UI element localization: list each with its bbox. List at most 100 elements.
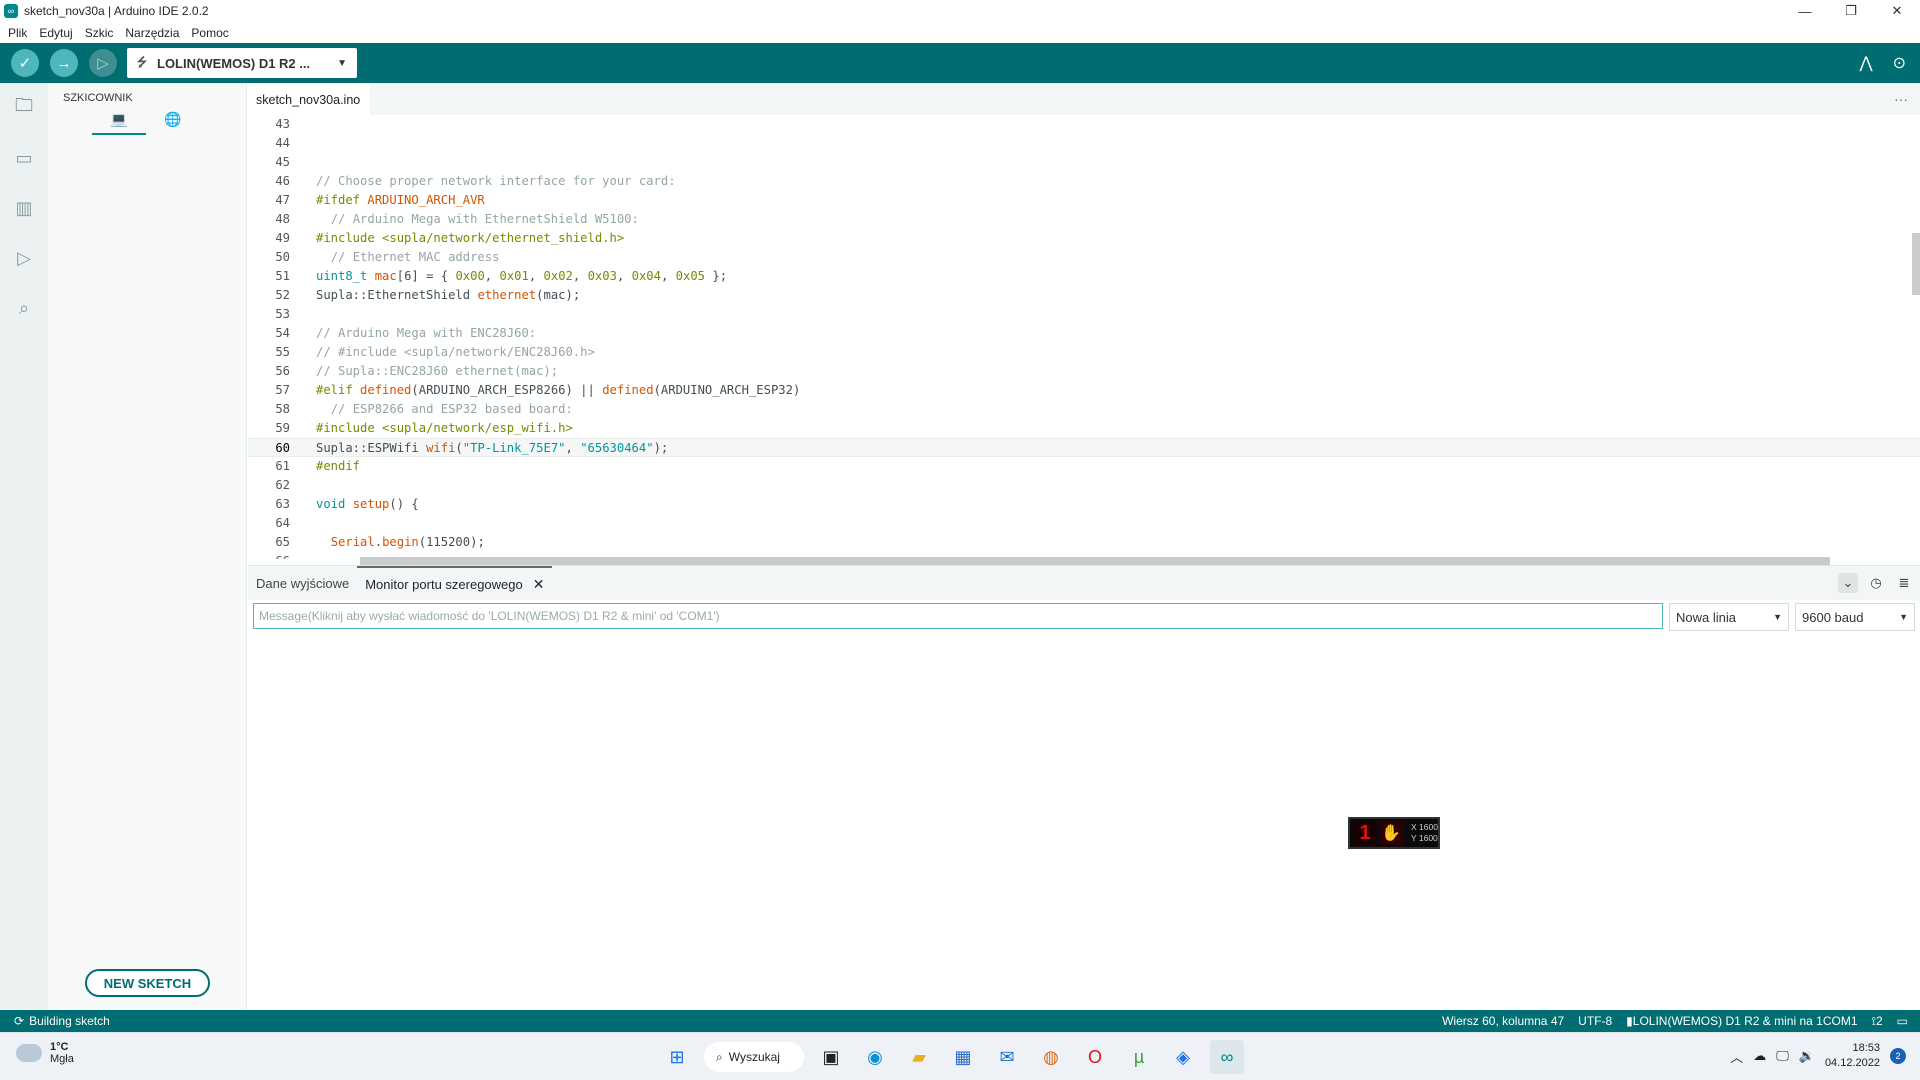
activity-bar: 🗀 ▭ ▥ ▷ ⌕: [0, 83, 48, 1010]
laptop-icon: 💻: [110, 111, 128, 127]
hand-icon: ✋: [1379, 821, 1403, 845]
line-number: 63: [275, 497, 290, 511]
code-line[interactable]: 48 // Arduino Mega with EthernetShield W…: [248, 210, 1920, 229]
menu-tools[interactable]: Narzędzia: [125, 26, 179, 40]
horizontal-scrollbar[interactable]: [360, 557, 1830, 565]
new-sketch-button[interactable]: NEW SKETCH: [85, 969, 210, 997]
clock[interactable]: 18:53 04.12.2022: [1825, 1041, 1880, 1071]
code-line[interactable]: 56 // Supla::ENC28J60 ethernet(mac);: [248, 362, 1920, 381]
sketchbook-folder-icon[interactable]: 🗀: [0, 83, 48, 133]
windows-start-icon[interactable]: ⊞: [660, 1040, 694, 1074]
tab-output[interactable]: Dane wyjściowe: [248, 566, 357, 600]
code-line[interactable]: 61 #endif: [248, 457, 1920, 476]
code-area[interactable]: 43 44 45 46 // Choose proper network interfa…: [248, 115, 1920, 559]
message-input[interactable]: Message(Kliknij aby wysłać wiadomość do …: [253, 603, 1663, 629]
code-line[interactable]: 45: [248, 153, 1920, 172]
code-line[interactable]: 49 #include <supla/network/ethernet_shiel…: [248, 229, 1920, 248]
utorrent-icon[interactable]: µ: [1122, 1040, 1156, 1074]
cursor-position[interactable]: Wiersz 60, kolumna 47: [1442, 1014, 1564, 1028]
code-text: #elif defined(ARDUINO_ARCH_ESP8266) || d…: [316, 383, 801, 397]
sidebar-header: SZKICOWNIK: [63, 92, 133, 104]
code-line[interactable]: 57 #elif defined(ARDUINO_ARCH_ESP8266) ||…: [248, 381, 1920, 400]
store-icon[interactable]: ▦: [946, 1040, 980, 1074]
code-line[interactable]: 59 #include <supla/network/esp_wifi.h>: [248, 419, 1920, 438]
debug-run-icon[interactable]: ▷: [0, 233, 48, 283]
app-icon[interactable]: ◈: [1166, 1040, 1200, 1074]
code-text: // ESP8266 and ESP32 based board:: [330, 402, 573, 416]
menu-help[interactable]: Pomoc: [191, 26, 228, 40]
search-icon[interactable]: ⌕: [0, 283, 48, 333]
taskbar-search[interactable]: ⌕ Wyszukaj: [704, 1042, 804, 1072]
weather-widget[interactable]: 1°C Mgła: [16, 1041, 74, 1065]
close-icon[interactable]: ✕: [533, 576, 545, 593]
clear-output-icon[interactable]: ≣: [1894, 573, 1914, 593]
editor-tab[interactable]: sketch_nov30a.ino: [248, 83, 371, 115]
code-line[interactable]: 62: [248, 476, 1920, 495]
code-line[interactable]: 52 Supla::EthernetShield ethernet(mac);: [248, 286, 1920, 305]
serial-plotter-icon[interactable]: ⋀: [1859, 53, 1872, 73]
line-ending-select[interactable]: Nowa linia ▼: [1669, 603, 1789, 631]
task-view-icon[interactable]: ▣: [814, 1040, 848, 1074]
code-text: // Supla::ENC28J60 ethernet(mac);: [316, 364, 559, 378]
edge-icon[interactable]: ◉: [858, 1040, 892, 1074]
code-line[interactable]: 47 #ifdef ARDUINO_ARCH_AVR: [248, 191, 1920, 210]
mail-icon[interactable]: ✉: [990, 1040, 1024, 1074]
code-line[interactable]: 51 uint8_t mac[6] = { 0x00, 0x01, 0x02, 0…: [248, 267, 1920, 286]
menu-file[interactable]: Plik: [8, 26, 27, 40]
code-line[interactable]: 55 // #include <supla/network/ENC28J60.h>: [248, 343, 1920, 362]
code-line[interactable]: 53: [248, 305, 1920, 324]
more-icon[interactable]: ···: [1894, 91, 1908, 107]
notification-badge[interactable]: 2: [1890, 1048, 1906, 1064]
board-port-label: LOLIN(WEMOS) D1 R2 & mini na 1COM1: [1632, 1014, 1858, 1028]
menu-sketch[interactable]: Szkic: [85, 26, 114, 40]
boards-manager-icon[interactable]: ▭: [0, 133, 48, 183]
verify-button[interactable]: ✓: [11, 49, 39, 77]
close-button[interactable]: ✕: [1874, 0, 1920, 22]
line-number: 43: [275, 117, 290, 131]
encoding[interactable]: UTF-8: [1578, 1014, 1612, 1028]
library-manager-icon[interactable]: ▥: [0, 183, 48, 233]
code-line[interactable]: 54 // Arduino Mega with ENC28J60:: [248, 324, 1920, 343]
code-line[interactable]: 46 // Choose proper network interface for…: [248, 172, 1920, 191]
volume-icon[interactable]: 🔉: [1799, 1048, 1815, 1064]
serial-monitor-icon[interactable]: ⊙: [1893, 53, 1906, 73]
line-number: 52: [275, 288, 290, 302]
panel-toggle-icon[interactable]: ▭: [1897, 1014, 1908, 1028]
timestamp-icon[interactable]: ◷: [1866, 573, 1886, 593]
code-line[interactable]: 50 // Ethernet MAC address: [248, 248, 1920, 267]
code-line[interactable]: 65 Serial.begin(115200);: [248, 533, 1920, 552]
menu-edit[interactable]: Edytuj: [39, 26, 72, 40]
cloud-sketchbook-tab[interactable]: 🌐: [146, 111, 200, 135]
onedrive-icon[interactable]: ☁: [1753, 1048, 1766, 1064]
window-title: sketch_nov30a | Arduino IDE 2.0.2: [24, 4, 209, 18]
line-number: 49: [275, 231, 290, 245]
network-icon[interactable]: 🖵: [1776, 1048, 1789, 1064]
autoscroll-icon[interactable]: ⌄: [1838, 573, 1858, 593]
code-text: #endif: [316, 459, 361, 473]
code-line[interactable]: 43: [248, 115, 1920, 134]
notifications[interactable]: ⟟2: [1872, 1014, 1883, 1029]
code-line[interactable]: 64: [248, 514, 1920, 533]
debug-button[interactable]: ▷: [89, 49, 117, 77]
line-number: 46: [275, 174, 290, 188]
arduino-taskbar-icon[interactable]: ∞: [1210, 1040, 1244, 1074]
firefox-icon[interactable]: ◍: [1034, 1040, 1068, 1074]
line-number: 44: [275, 136, 290, 150]
minimize-button[interactable]: —: [1782, 0, 1828, 22]
maximize-button[interactable]: ❐: [1828, 0, 1874, 22]
local-sketchbook-tab[interactable]: 💻: [92, 111, 146, 135]
upload-button[interactable]: →: [50, 49, 78, 77]
file-explorer-icon[interactable]: ▰: [902, 1040, 936, 1074]
code-line[interactable]: 60 Supla::ESPWifi wifi("TP-Link_75E7", "6…: [248, 438, 1920, 457]
vertical-scrollbar[interactable]: [1912, 233, 1920, 295]
code-line[interactable]: 63 void setup() {: [248, 495, 1920, 514]
chevron-up-icon[interactable]: ︿: [1730, 1047, 1743, 1066]
tab-serial-monitor[interactable]: Monitor portu szeregowego ✕: [357, 566, 553, 600]
baud-rate-select[interactable]: 9600 baud ▼: [1795, 603, 1915, 631]
opera-icon[interactable]: O: [1078, 1040, 1112, 1074]
board-selector[interactable]: ⭍ LOLIN(WEMOS) D1 R2 ... ▼: [127, 48, 357, 78]
code-line[interactable]: 58 // ESP8266 and ESP32 based board:: [248, 400, 1920, 419]
code-line[interactable]: 44: [248, 134, 1920, 153]
board-port-status[interactable]: ▮LOLIN(WEMOS) D1 R2 & mini na 1COM1: [1626, 1014, 1857, 1028]
chevron-down-icon: ▼: [1899, 612, 1908, 622]
